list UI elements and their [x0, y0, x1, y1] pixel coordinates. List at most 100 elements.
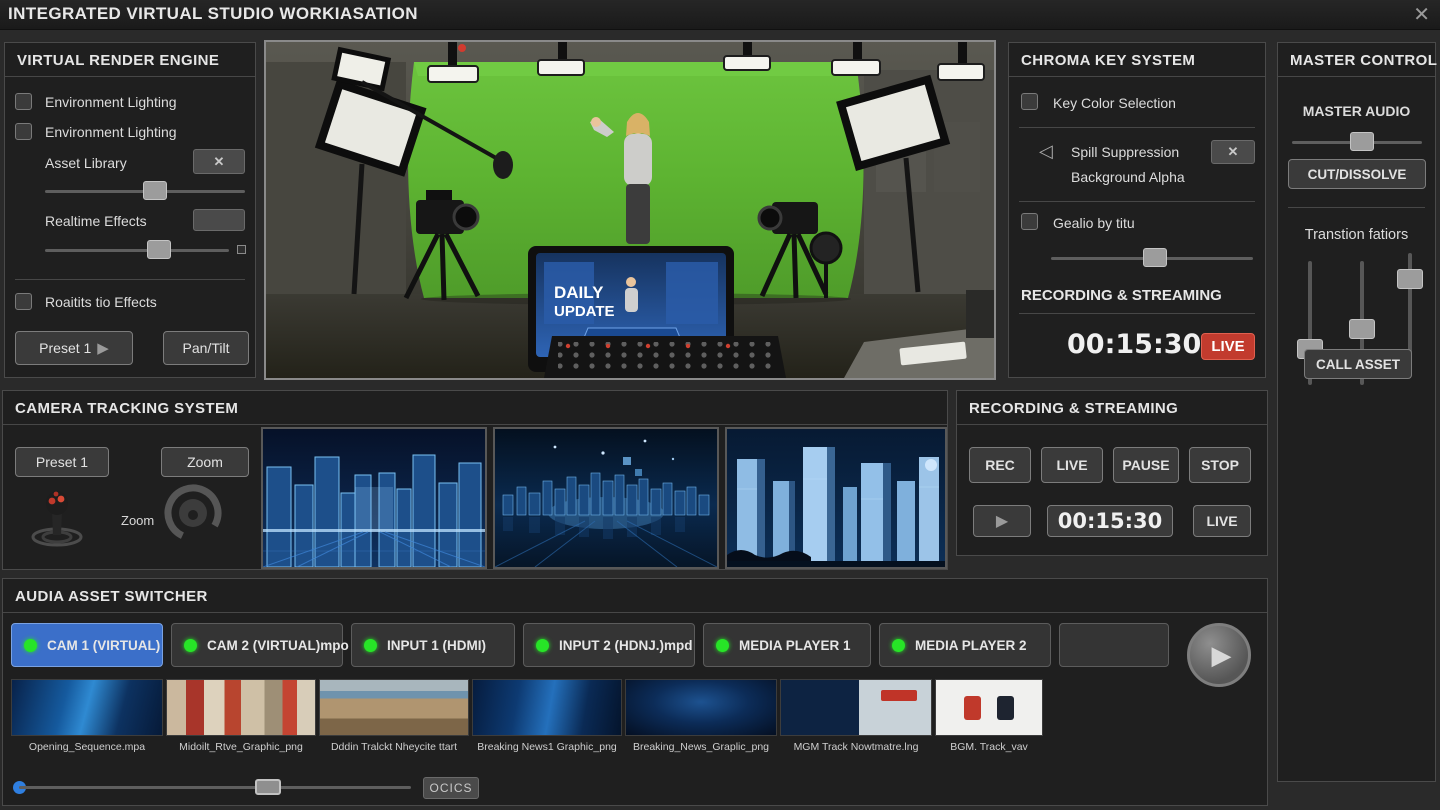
media-filename: Opening_Sequence.mpa: [29, 741, 145, 753]
cut-dissolve-label: CUT/DISSOLVE: [1308, 167, 1407, 182]
media-filename: Midoilt_Rtve_Graphic_png: [179, 741, 303, 753]
joystick-icon[interactable]: [25, 483, 89, 549]
pan-tilt-button[interactable]: Pan/Tilt: [163, 331, 249, 365]
live-label: LIVE: [1056, 457, 1087, 473]
switcher-play-button[interactable]: ▶: [1187, 623, 1251, 687]
virtual-set-thumb-3[interactable]: [725, 427, 947, 569]
effects-checkbox[interactable]: [15, 293, 32, 310]
effects-label: Roaitits tio Effects: [45, 294, 157, 310]
slider-thumb[interactable]: [147, 240, 171, 259]
pan-tilt-label: Pan/Tilt: [183, 340, 230, 356]
realtime-effects-button[interactable]: [193, 209, 245, 231]
cityscape-2: [495, 429, 717, 567]
asset-switcher-panel: AUDIA ASSET SWITCHER CAM 1 (VIRTUAL) CAM…: [2, 578, 1268, 806]
media-thumb-3[interactable]: [319, 679, 469, 736]
source-input1-button[interactable]: INPUT 1 (HDMI): [351, 623, 515, 667]
stop-button[interactable]: STOP: [1189, 447, 1251, 483]
virtual-set-thumb-1[interactable]: [261, 427, 487, 569]
scrubber-button[interactable]: OCICS: [423, 777, 479, 799]
camtrack-zoom-button[interactable]: Zoom: [161, 447, 249, 477]
timecode-display: 00:15:30: [1047, 505, 1173, 537]
divider: [1288, 207, 1425, 208]
slider-thumb[interactable]: [1350, 132, 1374, 151]
pause-button[interactable]: PAUSE: [1113, 447, 1179, 483]
spill-suppression-label: Spill Suppression: [1071, 144, 1179, 160]
media-thumb-7[interactable]: [935, 679, 1043, 736]
play-icon: ▶: [1212, 640, 1232, 671]
chroma-key-panel: CHROMA KEY SYSTEM Key Color Selection ◁ …: [1008, 42, 1266, 378]
fader-thumb[interactable]: [1349, 319, 1375, 339]
asset-library-slider[interactable]: [45, 190, 245, 193]
media-thumb-2[interactable]: [166, 679, 316, 736]
call-asset-button[interactable]: CALL ASSET: [1304, 349, 1412, 379]
media-row: Opening_Sequence.mpa Midoilt_Rtve_Graphi…: [11, 679, 1043, 753]
play-icon: ▶: [97, 339, 109, 357]
master-audio-slider[interactable]: [1292, 141, 1422, 144]
gealio-checkbox[interactable]: [1021, 213, 1038, 230]
media-item: Opening_Sequence.mpa: [11, 679, 163, 753]
virtual-set-thumb-2[interactable]: [493, 427, 719, 569]
slider-thumb[interactable]: [1143, 248, 1167, 267]
source-cam2-button[interactable]: CAM 2 (VIRTUAL)mpo: [171, 623, 343, 667]
source-empty-button[interactable]: [1059, 623, 1169, 667]
timecode-value: 00:15:30: [1058, 509, 1162, 533]
panel-title: CAMERA TRACKING SYSTEM: [3, 391, 947, 425]
spill-close-button[interactable]: ✕: [1211, 140, 1255, 164]
media-filename: Breaking_News_Graplic_png: [633, 741, 769, 753]
green-status-dot: [184, 639, 197, 652]
camera-tracking-panel: CAMERA TRACKING SYSTEM Preset 1 Zoom Zoo…: [2, 390, 948, 570]
slider-thumb[interactable]: [143, 181, 167, 200]
media-item: Midoilt_Rtve_Graphic_png: [166, 679, 316, 753]
preset-label: Preset 1: [36, 454, 88, 470]
source-label: CAM 2 (VIRTUAL)mpo: [207, 638, 349, 653]
source-cam1-button[interactable]: CAM 1 (VIRTUAL): [11, 623, 163, 667]
live-toggle-button[interactable]: LIVE: [1193, 505, 1251, 537]
scrubber-track[interactable]: [19, 786, 411, 789]
play-icon: ▶: [996, 511, 1008, 531]
chroma-slider[interactable]: [1051, 257, 1253, 260]
env-lighting-checkbox-1[interactable]: [15, 93, 32, 110]
fader-thumb[interactable]: [1397, 269, 1423, 289]
source-label: MEDIA PLAYER 1: [739, 638, 851, 653]
back-arrow-icon[interactable]: ◁: [1039, 141, 1053, 162]
preset-1-button[interactable]: Preset 1 ▶: [15, 331, 133, 365]
source-label: INPUT 2 (HDNJ.)mpd: [559, 638, 693, 653]
background-alpha-label: Background Alpha: [1071, 169, 1185, 185]
cityscape-3: [727, 429, 945, 567]
green-status-dot: [364, 639, 377, 652]
media-thumb-1[interactable]: [11, 679, 163, 736]
master-control-panel: MASTER CONTROL MASTER AUDIO CUT/DISSOLVE…: [1277, 42, 1436, 782]
realtime-effects-slider[interactable]: [45, 249, 229, 252]
play-button[interactable]: ▶: [973, 505, 1031, 537]
live-badge: LIVE: [1201, 333, 1255, 360]
asset-library-close-button[interactable]: ✕: [193, 149, 245, 174]
green-status-dot: [536, 639, 549, 652]
source-label: INPUT 1 (HDMI): [387, 638, 486, 653]
media-thumb-4[interactable]: [472, 679, 622, 736]
scrubber-handle[interactable]: [255, 779, 281, 795]
source-media1-button[interactable]: MEDIA PLAYER 1: [703, 623, 871, 667]
live-button[interactable]: LIVE: [1041, 447, 1103, 483]
env-lighting-checkbox-2[interactable]: [15, 123, 32, 140]
key-color-checkbox[interactable]: [1021, 93, 1038, 110]
green-status-dot: [716, 639, 729, 652]
close-icon[interactable]: ✕: [1413, 2, 1430, 27]
camtrack-preset-button[interactable]: Preset 1: [15, 447, 109, 477]
source-label: MEDIA PLAYER 2: [915, 638, 1027, 653]
studio-scene: DAILY UPDATE: [266, 42, 994, 378]
program-preview: DAILY UPDATE: [264, 40, 996, 380]
screen-title-line2: UPDATE: [554, 303, 615, 320]
source-media2-button[interactable]: MEDIA PLAYER 2: [879, 623, 1051, 667]
green-status-dot: [24, 639, 37, 652]
scrubber-bar: OCICS: [3, 777, 1267, 807]
media-thumb-6[interactable]: [780, 679, 932, 736]
zoom-knob[interactable]: [163, 483, 223, 543]
source-label: CAM 1 (VIRTUAL): [47, 638, 160, 653]
app-window: INTEGRATED VIRTUAL STUDIO WORKIASATION ✕…: [0, 0, 1440, 810]
cut-dissolve-button[interactable]: CUT/DISSOLVE: [1288, 159, 1426, 189]
rec-button[interactable]: REC: [969, 447, 1031, 483]
pause-label: PAUSE: [1122, 457, 1169, 473]
source-input2-button[interactable]: INPUT 2 (HDNJ.)mpd: [523, 623, 695, 667]
media-thumb-5[interactable]: [625, 679, 777, 736]
media-item: Breaking News1 Graphic_png: [472, 679, 622, 753]
